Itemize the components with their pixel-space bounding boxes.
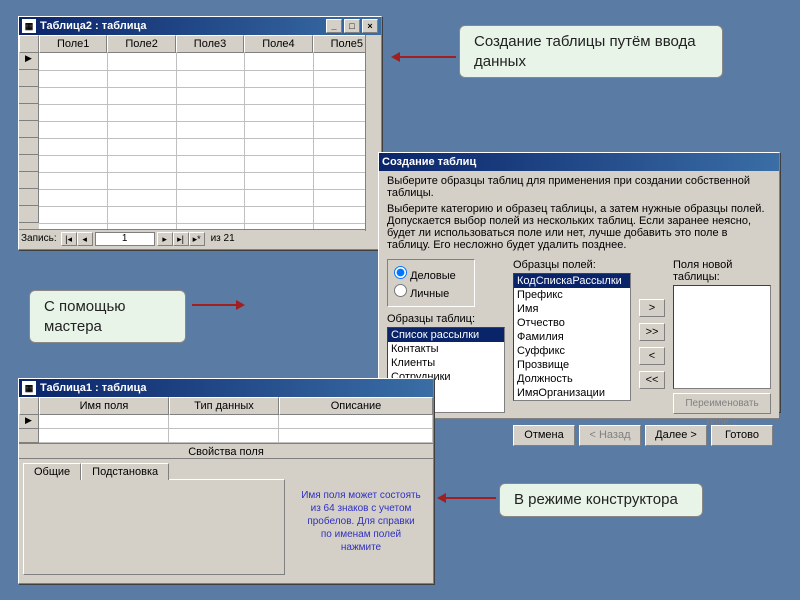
column-header-desc[interactable]: Описание (279, 397, 433, 415)
new-fields-listbox[interactable] (673, 285, 771, 389)
table-icon: ▦ (22, 19, 36, 33)
window-title: Создание таблиц (382, 156, 476, 168)
add-field-button[interactable]: > (639, 299, 665, 317)
label-sample-fields: Образцы полей: (513, 259, 631, 271)
radio-personal[interactable]: Личные (394, 284, 468, 300)
row-selector[interactable] (19, 206, 39, 223)
callout-datasheet: Создание таблицы путём ввода данных (459, 25, 723, 78)
row-selector[interactable] (19, 87, 39, 104)
arrow-icon (440, 497, 496, 499)
callout-wizard: С помощью мастера (29, 290, 186, 343)
list-item[interactable]: Контакты (388, 342, 504, 356)
arrow-icon (192, 304, 242, 306)
label-new-fields: Поля новой таблицы: (673, 259, 771, 283)
properties-panel[interactable] (23, 479, 285, 575)
arrow-icon (394, 56, 456, 58)
help-pane: Имя поля может состоять из 64 знаков с у… (289, 459, 433, 583)
nav-label: Запись: (21, 233, 57, 244)
list-item[interactable]: КодСпискаРассылки (514, 274, 630, 288)
nav-new-button[interactable]: ▸* (189, 232, 205, 246)
column-header-name[interactable]: Имя поля (39, 397, 169, 415)
back-button[interactable]: < Назад (579, 425, 641, 446)
nav-current-field[interactable]: 1 (95, 232, 155, 246)
callout-text: С помощью мастера (44, 298, 126, 335)
row-selector[interactable] (19, 104, 39, 121)
titlebar[interactable]: ▦ Таблица2 : таблица _ □ × (19, 17, 381, 35)
minimize-button[interactable]: _ (326, 19, 342, 33)
label-sample-tables: Образцы таблиц: (387, 313, 505, 325)
tab-lookup[interactable]: Подстановка (81, 463, 169, 480)
row-selector[interactable] (19, 155, 39, 172)
callout-text: В режиме конструктора (514, 491, 678, 508)
design-grid-body[interactable]: ▶ (19, 415, 433, 443)
datasheet-body[interactable]: ▶ (19, 53, 381, 229)
list-item[interactable]: Клиенты (388, 356, 504, 370)
list-item[interactable]: Список рассылки (388, 328, 504, 342)
wizard-intro-1: Выберите образцы таблиц для применения п… (387, 175, 771, 199)
cancel-button[interactable]: Отмена (513, 425, 575, 446)
row-selector[interactable] (19, 429, 39, 443)
callout-design: В режиме конструктора (499, 483, 703, 517)
list-item[interactable]: Суффикс (514, 344, 630, 358)
nav-prev-button[interactable]: ◂ (77, 232, 93, 246)
properties-section-header: Свойства поля (19, 443, 433, 459)
table-icon: ▦ (22, 381, 36, 395)
rename-field-button[interactable]: Переименовать поле... (673, 393, 771, 414)
callout-text: Создание таблицы путём ввода данных (474, 33, 696, 70)
window-table-wizard: Создание таблиц Выберите образцы таблиц … (378, 152, 780, 412)
close-button[interactable]: × (362, 19, 378, 33)
next-button[interactable]: Далее > (645, 425, 707, 446)
maximize-button[interactable]: □ (344, 19, 360, 33)
row-selector[interactable]: ▶ (19, 415, 39, 429)
row-selector[interactable]: ▶ (19, 53, 39, 70)
category-radio-group: Деловые Личные (387, 259, 475, 307)
window-datasheet: ▦ Таблица2 : таблица _ □ × Поле1 Поле2 П… (18, 16, 382, 250)
titlebar[interactable]: Создание таблиц (379, 153, 779, 171)
help-text: Имя поля может состоять из 64 знаков с у… (301, 489, 421, 554)
row-selector[interactable] (19, 70, 39, 87)
row-selector[interactable] (19, 121, 39, 138)
nav-first-button[interactable]: |◂ (61, 232, 77, 246)
remove-all-fields-button[interactable]: << (639, 371, 665, 389)
nav-last-button[interactable]: ▸| (173, 232, 189, 246)
sample-fields-listbox[interactable]: КодСпискаРассылки Префикс Имя Отчество Ф… (513, 273, 631, 401)
wizard-intro-2: Выберите категорию и образец таблицы, а … (387, 203, 771, 251)
row-selector[interactable] (19, 189, 39, 206)
record-navigator: Запись: |◂ ◂ 1 ▸ ▸| ▸* из 21 (19, 229, 381, 247)
row-selector[interactable] (19, 138, 39, 155)
finish-button[interactable]: Готово (711, 425, 773, 446)
column-header[interactable]: Поле1 (39, 35, 107, 53)
list-item[interactable]: Адрес (514, 400, 630, 401)
list-item[interactable]: Прозвище (514, 358, 630, 372)
list-item[interactable]: Префикс (514, 288, 630, 302)
column-header[interactable]: Поле4 (244, 35, 312, 53)
datasheet-header: Поле1 Поле2 Поле3 Поле4 Поле5 (19, 35, 381, 53)
select-all-box[interactable] (19, 35, 39, 53)
column-header[interactable]: Поле3 (176, 35, 244, 53)
select-all-box[interactable] (19, 397, 39, 415)
nav-total: из 21 (211, 233, 235, 244)
column-header-type[interactable]: Тип данных (169, 397, 279, 415)
row-selector[interactable] (19, 172, 39, 189)
add-all-fields-button[interactable]: >> (639, 323, 665, 341)
titlebar[interactable]: ▦ Таблица1 : таблица (19, 379, 433, 397)
window-design-view: ▦ Таблица1 : таблица Имя поля Тип данных… (18, 378, 434, 584)
tab-general[interactable]: Общие (23, 463, 81, 480)
window-title: Таблица1 : таблица (40, 382, 147, 394)
list-item[interactable]: ИмяОрганизации (514, 386, 630, 400)
column-header[interactable]: Поле2 (107, 35, 175, 53)
nav-next-button[interactable]: ▸ (157, 232, 173, 246)
radio-business[interactable]: Деловые (394, 266, 468, 282)
remove-field-button[interactable]: < (639, 347, 665, 365)
list-item[interactable]: Должность (514, 372, 630, 386)
list-item[interactable]: Отчество (514, 316, 630, 330)
list-item[interactable]: Фамилия (514, 330, 630, 344)
window-title: Таблица2 : таблица (40, 20, 147, 32)
list-item[interactable]: Имя (514, 302, 630, 316)
